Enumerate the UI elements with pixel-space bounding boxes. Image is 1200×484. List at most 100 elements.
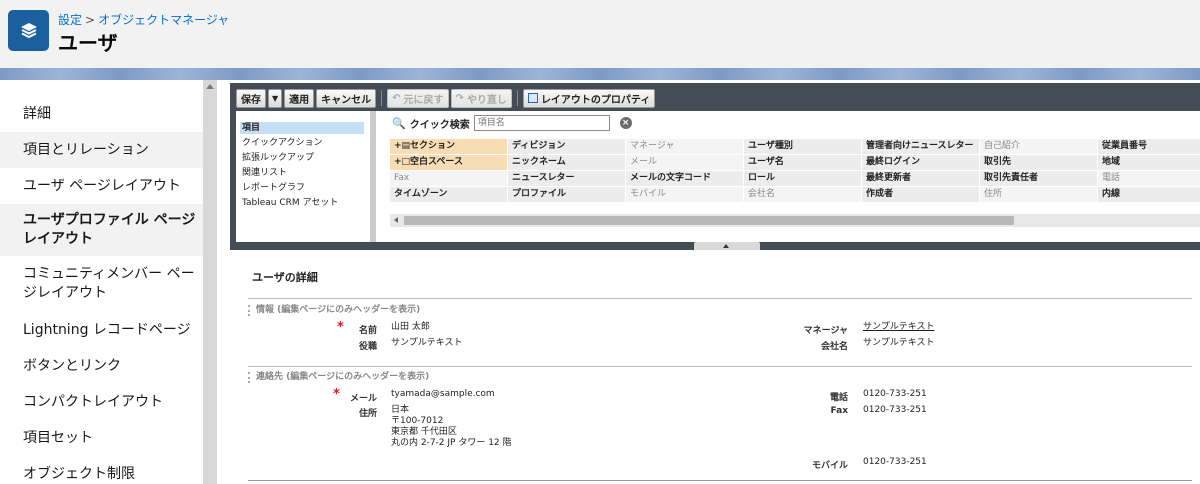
palette-field[interactable]: ニュースレター	[508, 171, 625, 186]
undo-button[interactable]: ↶ 元に戻す	[387, 88, 449, 108]
layout-properties-button[interactable]: レイアウトのプロパティ	[522, 88, 656, 108]
undo-icon: ↶	[392, 92, 401, 104]
field-value-email[interactable]: tyamada@sample.com	[391, 389, 495, 400]
sidebar-item-profile-page-layouts[interactable]: ユーザプロファイル ページ レイアウト	[0, 204, 203, 256]
palette-field[interactable]: プロファイル	[508, 187, 625, 202]
sidebar-item-fields[interactable]: 項目とリレーション	[0, 132, 203, 168]
category-item[interactable]: 関連リスト	[240, 167, 364, 179]
scroll-left-arrow-icon[interactable]	[394, 217, 398, 223]
sidebar-item-community-member-layouts[interactable]: コミュニティメンバー ペー ジレイアウト	[0, 260, 203, 308]
section-header-info[interactable]: 情報 (編集ページにのみヘッダーを表示)	[248, 305, 420, 316]
sidebar-item-label: 項目セット	[23, 429, 93, 446]
detail-title: ユーザの詳細	[252, 271, 318, 284]
collapse-palette-handle[interactable]	[694, 242, 760, 250]
category-item[interactable]: 項目	[240, 122, 364, 134]
palette-field[interactable]: 従業員番号	[1098, 139, 1200, 154]
palette-field[interactable]: メール	[626, 155, 743, 170]
field-label-title: 役職	[358, 342, 377, 352]
toolbar-divider	[516, 90, 518, 106]
palette-field[interactable]: ユーザ種別	[744, 139, 861, 154]
search-icon: 🔍	[392, 116, 406, 130]
sidebar-item-lightning-record-pages[interactable]: Lightning レコードページ	[0, 312, 203, 348]
field-value-address-country[interactable]: 日本	[391, 405, 409, 416]
sidebar-item-label: ユーザプロファイル ページ レイアウト	[23, 212, 196, 247]
redo-button[interactable]: ↷ やり直し	[450, 88, 512, 108]
palette-field[interactable]: Fax	[390, 171, 507, 186]
palette-field[interactable]: メールの文字コード	[626, 171, 743, 186]
properties-icon	[527, 93, 538, 103]
sidebar-item-field-sets[interactable]: 項目セット	[0, 420, 203, 456]
field-value-address-street[interactable]: 丸の内 2-7-2 JP タワー 12 階	[391, 438, 512, 449]
sidebar-item-object-limits[interactable]: オブジェクト制限	[0, 456, 203, 484]
sidebar-item-label: 詳細	[23, 105, 51, 122]
palette-field-blank-space[interactable]: +□空白スペース	[390, 155, 507, 170]
palette-field[interactable]: 電話	[1098, 171, 1200, 186]
category-item[interactable]: レポートグラフ	[240, 182, 364, 194]
sidebar-item-buttons-links[interactable]: ボタンとリンク	[0, 348, 203, 384]
clear-icon[interactable]: ×	[619, 117, 632, 129]
palette-field[interactable]: 管理者向けニュースレター	[862, 139, 979, 154]
quick-find-input[interactable]	[473, 115, 610, 131]
palette-field[interactable]: マネージャ	[626, 139, 743, 154]
breadcrumb-object-manager-link[interactable]: オブジェクトマネージャ	[98, 13, 229, 27]
palette-field-section[interactable]: +▤セクション	[390, 139, 507, 154]
quick-find: 🔍 クイック検索 ×	[392, 115, 632, 131]
apply-button[interactable]: 適用	[284, 88, 315, 108]
palette-field[interactable]: タイムゾーン	[390, 187, 507, 202]
category-item[interactable]: Tableau CRM アセット	[240, 197, 364, 209]
field-value-company[interactable]: サンプルテキスト	[863, 338, 934, 349]
sidebar-item-page-layouts[interactable]: ユーザ ページレイアウト	[0, 168, 203, 204]
chevron-down-icon: ▼	[272, 93, 279, 103]
category-item[interactable]: 拡張ルックアップ	[240, 152, 364, 164]
palette-field[interactable]: 地域	[1098, 155, 1200, 170]
field-value-phone[interactable]: 0120-733-251	[863, 389, 927, 400]
chevron-up-icon	[723, 244, 729, 248]
cancel-button[interactable]: キャンセル	[316, 88, 377, 108]
sidebar-item-label: コミュニティメンバー ペー ジレイアウト	[23, 266, 195, 301]
palette-field[interactable]: ニックネーム	[508, 155, 625, 170]
category-item[interactable]: クイックアクション	[240, 137, 364, 149]
gutter	[217, 80, 230, 484]
header-band	[0, 68, 1200, 80]
required-mark: *	[337, 320, 344, 335]
palette-field[interactable]: 取引先責任者	[980, 171, 1097, 186]
field-label-company: 会社名	[820, 342, 848, 352]
palette-field[interactable]: 住所	[980, 187, 1097, 202]
section-header-contact[interactable]: 連絡先 (編集ページにのみヘッダーを表示)	[248, 372, 429, 383]
breadcrumb-separator: >	[85, 13, 96, 27]
palette-field[interactable]: 取引先	[980, 155, 1097, 170]
sidebar-scrollbar[interactable]	[203, 80, 217, 484]
palette-field[interactable]: 内線	[1098, 187, 1200, 202]
save-dropdown-button[interactable]: ▼	[268, 88, 283, 108]
palette-field[interactable]: 会社名	[744, 187, 861, 202]
save-button[interactable]: 保存	[236, 88, 266, 108]
save-label: 保存	[241, 94, 261, 106]
field-value-address-city[interactable]: 東京都 千代田区	[391, 427, 457, 438]
palette-field[interactable]: 作成者	[862, 187, 979, 202]
field-value-manager[interactable]: サンプルテキスト	[863, 322, 934, 333]
palette-field[interactable]: 最終更新者	[862, 171, 979, 186]
palette-field[interactable]: モバイル	[626, 187, 743, 202]
field-value-address-zip[interactable]: 〒100-7012	[391, 416, 443, 427]
scrollbar-thumb[interactable]	[404, 216, 1014, 225]
scroll-up-arrow-icon[interactable]	[206, 84, 214, 89]
palette-field[interactable]: 最終ログイン	[862, 155, 979, 170]
cancel-label: キャンセル	[321, 94, 372, 106]
section-divider	[248, 298, 1192, 299]
sidebar-item-details[interactable]: 詳細	[0, 94, 203, 134]
palette-field[interactable]: ディビジョン	[508, 139, 625, 154]
palette-field[interactable]: ロール	[744, 171, 861, 186]
palette-horizontal-scrollbar[interactable]	[390, 214, 1200, 227]
field-grid: +▤セクション ディビジョン マネージャ ユーザ種別 管理者向けニュースレター …	[390, 139, 1200, 202]
page-title: ユーザ	[58, 31, 118, 55]
sidebar: 詳細 項目とリレーション ユーザ ページレイアウト ユーザプロファイル ページ …	[0, 80, 203, 484]
sidebar-item-compact-layouts[interactable]: コンパクトレイアウト	[0, 384, 203, 420]
breadcrumb-setup-link[interactable]: 設定	[58, 13, 82, 27]
palette-field[interactable]: 自己紹介	[980, 139, 1097, 154]
field-value-title[interactable]: サンプルテキスト	[391, 338, 462, 349]
field-value-name[interactable]: 山田 太郎	[391, 322, 430, 333]
sidebar-item-label: コンパクトレイアウト	[23, 393, 163, 410]
field-value-fax[interactable]: 0120-733-251	[863, 405, 927, 416]
field-value-mobile[interactable]: 0120-733-251	[863, 457, 927, 468]
palette-field[interactable]: ユーザ名	[744, 155, 861, 170]
